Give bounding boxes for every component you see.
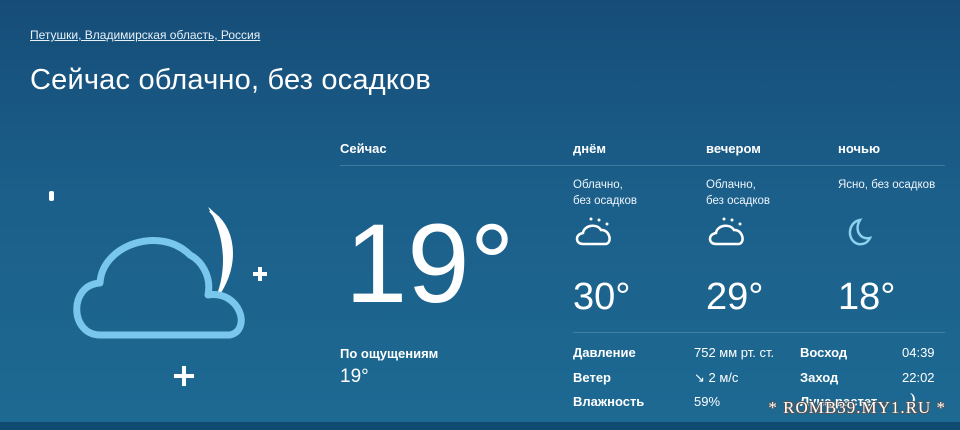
period-desc-day: Облачно, без осадков bbox=[573, 179, 637, 207]
period-header-day: днём bbox=[573, 141, 606, 156]
period-temp-evening: 29° bbox=[706, 276, 764, 318]
now-header: Сейчас bbox=[340, 141, 387, 156]
sunrise-value: 04:39 bbox=[902, 345, 935, 360]
sunrise-label: Восход bbox=[800, 345, 848, 360]
cloud-moon-icon bbox=[49, 191, 267, 386]
location-link[interactable]: Петушки, Владимирская область, Россия bbox=[30, 28, 260, 42]
wind-value: ↘ 2 м/с bbox=[694, 370, 739, 385]
sunset-label: Заход bbox=[800, 370, 839, 385]
cloud-sun-icon bbox=[575, 217, 611, 246]
pressure-label: Давление bbox=[573, 345, 636, 360]
humidity-value: 59% bbox=[694, 394, 721, 409]
period-desc-evening: Облачно, без осадков bbox=[706, 179, 770, 207]
wind-direction-icon: ↘ bbox=[694, 370, 705, 385]
feels-like-label: По ощущениям bbox=[340, 346, 439, 361]
humidity-label: Влажность bbox=[573, 394, 645, 409]
period-temp-day: 30° bbox=[573, 276, 631, 318]
period-header-evening: вечером bbox=[706, 141, 761, 156]
header-divider bbox=[340, 165, 945, 166]
period-header-night: ночью bbox=[838, 141, 881, 156]
pressure-value: 752 мм рт. ст. bbox=[694, 345, 775, 360]
moon-icon bbox=[848, 218, 873, 246]
period-desc-night: Ясно, без осадков bbox=[838, 179, 936, 191]
wind-label: Ветер bbox=[573, 370, 611, 385]
page-title: Сейчас облачно, без осадков bbox=[30, 64, 432, 96]
cloud-sun-icon bbox=[708, 217, 744, 246]
sunset-value: 22:02 bbox=[902, 370, 935, 385]
period-temp-night: 18° bbox=[838, 276, 896, 318]
bottom-bar bbox=[0, 422, 960, 430]
watermark: * ROMB39.MY1.RU * bbox=[768, 398, 946, 417]
details-divider bbox=[573, 332, 945, 333]
current-temperature: 19° bbox=[345, 201, 515, 326]
feels-like-value: 19° bbox=[340, 366, 369, 387]
